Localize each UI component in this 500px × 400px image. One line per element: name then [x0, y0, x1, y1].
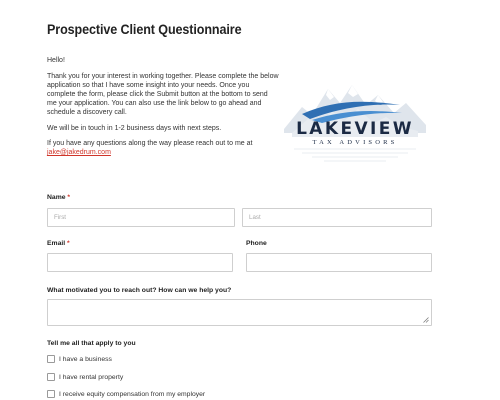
- email-label: Email *: [47, 240, 70, 247]
- motivation-textarea[interactable]: [47, 299, 432, 326]
- required-asterisk: *: [67, 240, 70, 247]
- motivation-label: What motivated you to reach out? How can…: [47, 287, 232, 294]
- required-asterisk: *: [67, 194, 71, 201]
- checkbox[interactable]: [47, 355, 55, 363]
- checkbox-label: I have a business: [59, 355, 112, 363]
- checkbox[interactable]: [47, 373, 55, 381]
- checkbox-option-equity-compensation[interactable]: I receive equity compensation from my em…: [47, 388, 205, 400]
- email-label-text: Email: [47, 240, 66, 247]
- page-title: Prospective Client Questionnaire: [47, 22, 242, 37]
- email-input[interactable]: [47, 253, 233, 272]
- first-name-placeholder: First: [54, 214, 67, 221]
- intro-contact-text: If you have any questions along the way …: [47, 140, 253, 148]
- logo-name: LAKEVIEW: [296, 119, 414, 139]
- last-name-input[interactable]: Last: [242, 208, 432, 227]
- lakeview-logo-graphic: [284, 85, 426, 162]
- intro-greeting: Hello!: [47, 57, 65, 64]
- checkbox-label: I receive equity compensation from my em…: [59, 390, 206, 398]
- resize-handle-icon[interactable]: [423, 317, 429, 323]
- intro-paragraph-1: Thank you for your interest in working t…: [47, 72, 279, 116]
- checkbox-label: I have rental property: [59, 373, 124, 381]
- phone-label: Phone: [246, 240, 267, 247]
- checkbox-option-business[interactable]: I have a business: [47, 353, 112, 365]
- phone-input[interactable]: [246, 253, 432, 272]
- lakeview-logo: LAKEVIEW TAX ADVISORS: [282, 67, 428, 167]
- intro-text: Hello! Thank you for your interest in wo…: [47, 56, 279, 164]
- checkbox-option-rental-property[interactable]: I have rental property: [47, 371, 123, 383]
- name-label-text: Name: [47, 194, 66, 201]
- checkbox[interactable]: [47, 390, 55, 398]
- logo-tagline: TAX ADVISORS: [312, 139, 398, 146]
- applies-group-label: Tell me all that apply to you: [47, 340, 136, 347]
- last-name-placeholder: Last: [249, 214, 261, 221]
- contact-email-link[interactable]: jake@jakedrum.com: [47, 149, 111, 156]
- first-name-input[interactable]: First: [47, 208, 235, 227]
- intro-paragraph-3: If you have any questions along the way …: [47, 139, 279, 157]
- name-label: Name *: [47, 194, 70, 201]
- intro-paragraph-2: We will be in touch in 1-2 business days…: [47, 124, 222, 132]
